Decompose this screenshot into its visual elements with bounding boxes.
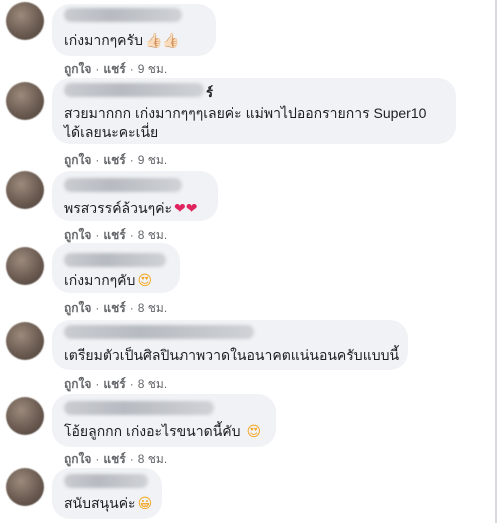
- timestamp[interactable]: 8 ชม.: [138, 452, 167, 466]
- commenter-name-redacted[interactable]: [64, 253, 166, 267]
- commenter-name-redacted[interactable]: [64, 8, 182, 22]
- timestamp[interactable]: 8 ชม.: [138, 228, 167, 242]
- share-link[interactable]: แชร์: [103, 62, 125, 76]
- separator-dot: ·: [95, 153, 100, 167]
- comment-text-content: เก่งมากๆคับ: [64, 272, 136, 288]
- separator-dot: ·: [129, 452, 134, 466]
- like-link[interactable]: ถูกใจ: [64, 377, 91, 391]
- commenter-name-redacted[interactable]: [64, 325, 254, 339]
- comment-bubble: พรสวรรค์ล้วนๆค่ะ ❤❤: [52, 171, 218, 221]
- separator-dot: ·: [95, 228, 100, 242]
- comment-text-content: พรสวรรค์ล้วนๆค่ะ: [64, 200, 172, 216]
- commenter-name-redacted[interactable]: [64, 401, 214, 415]
- thumbs-up-emoji-icon: 👍🏻👍🏻: [144, 33, 180, 49]
- comment-text-content: เก่งมากๆครับ: [64, 32, 143, 48]
- separator-dot: ·: [95, 62, 100, 76]
- avatar[interactable]: [6, 82, 44, 120]
- timestamp[interactable]: 9 ชม.: [138, 62, 167, 76]
- like-link[interactable]: ถูกใจ: [64, 452, 91, 466]
- comment-text: เตรียมตัวเป็นศิลปินภาพวาดในอนาคตแน่นอนคร…: [64, 347, 400, 363]
- timestamp[interactable]: 8 ชม.: [138, 301, 167, 315]
- comment-text: สนับสนุนค่ะ 😀: [64, 494, 152, 514]
- comment-bubble: เตรียมตัวเป็นศิลปินภาพวาดในอนาคตแน่นอนคร…: [52, 320, 408, 370]
- like-link[interactable]: ถูกใจ: [64, 301, 91, 315]
- avatar[interactable]: [6, 397, 44, 435]
- timestamp[interactable]: 8 ชม.: [138, 377, 167, 391]
- avatar[interactable]: [6, 322, 44, 360]
- comment-text-line-2: ได้เลยนะคะเนี่ย: [64, 124, 159, 140]
- commenter-name-redacted[interactable]: [64, 178, 182, 192]
- grinning-face-emoji-icon: 😀: [137, 496, 153, 512]
- separator-dot: ·: [129, 377, 134, 391]
- comment-bubble: เก่งมากๆคับ 😍: [52, 243, 180, 293]
- comment-bubble: ร์ สวยมากกก เก่งมากๆๆๆเลยค่ะ แม่พาไปออกร…: [52, 78, 456, 144]
- like-link[interactable]: ถูกใจ: [64, 153, 91, 167]
- comment-text-line-1: สวยมากกก เก่งมากๆๆๆเลยค่ะ แม่พาไปออกรายก…: [64, 105, 427, 121]
- separator-dot: ·: [95, 301, 100, 315]
- comment-text-content: สนับสนุนค่ะ: [64, 495, 136, 511]
- separator-dot: ·: [129, 153, 134, 167]
- comment-bubble: เก่งมากๆครับ 👍🏻👍🏻: [52, 4, 216, 56]
- heart-eyes-emoji-icon: 😍: [246, 424, 262, 440]
- comment-text: เก่งมากๆครับ 👍🏻👍🏻: [64, 31, 180, 51]
- avatar[interactable]: [6, 171, 44, 209]
- comment-actions: ถูกใจ · แชร์ · 9 ชม.: [64, 60, 167, 79]
- avatar[interactable]: [6, 247, 44, 285]
- comment-bubble: สนับสนุนค่ะ 😀: [52, 468, 162, 519]
- separator-dot: ·: [129, 62, 134, 76]
- share-link[interactable]: แชร์: [103, 153, 125, 167]
- comment-actions: ถูกใจ · แชร์ · 9 ชม.: [64, 151, 167, 170]
- share-link[interactable]: แชร์: [103, 377, 125, 391]
- commenter-name-redacted[interactable]: [64, 83, 204, 97]
- like-link[interactable]: ถูกใจ: [64, 228, 91, 242]
- comment-actions: ถูกใจ · แชร์ · 8 ชม.: [64, 299, 167, 318]
- commenter-name-tail[interactable]: ร์: [206, 82, 213, 103]
- comment-actions: ถูกใจ · แชร์ · 8 ชม.: [64, 450, 167, 469]
- comment-text-content: โอ้ยลูกกก เก่งอะไรขนาดนี้คับ: [64, 423, 241, 439]
- share-link[interactable]: แชร์: [103, 228, 125, 242]
- avatar[interactable]: [6, 468, 44, 506]
- share-link[interactable]: แชร์: [103, 452, 125, 466]
- like-link[interactable]: ถูกใจ: [64, 62, 91, 76]
- share-link[interactable]: แชร์: [103, 301, 125, 315]
- comment-text: เก่งมากๆคับ 😍: [64, 271, 152, 291]
- comment-actions: ถูกใจ · แชร์ · 8 ชม.: [64, 375, 167, 394]
- separator-dot: ·: [129, 301, 134, 315]
- timestamp[interactable]: 9 ชม.: [138, 153, 167, 167]
- separator-dot: ·: [95, 452, 100, 466]
- separator-dot: ·: [129, 228, 134, 242]
- comment-text: พรสวรรค์ล้วนๆค่ะ ❤❤: [64, 199, 197, 219]
- comment-bubble: โอ้ยลูกกก เก่งอะไรขนาดนี้คับ 😍: [52, 394, 276, 447]
- heart-emoji-icon: ❤❤: [173, 201, 198, 217]
- heart-eyes-emoji-icon: 😍: [137, 273, 153, 289]
- comment-text: โอ้ยลูกกก เก่งอะไรขนาดนี้คับ 😍: [64, 422, 261, 442]
- separator-dot: ·: [95, 377, 100, 391]
- scrollbar-track[interactable]: [495, 0, 497, 523]
- commenter-name-redacted[interactable]: [64, 474, 148, 488]
- avatar[interactable]: [6, 2, 44, 40]
